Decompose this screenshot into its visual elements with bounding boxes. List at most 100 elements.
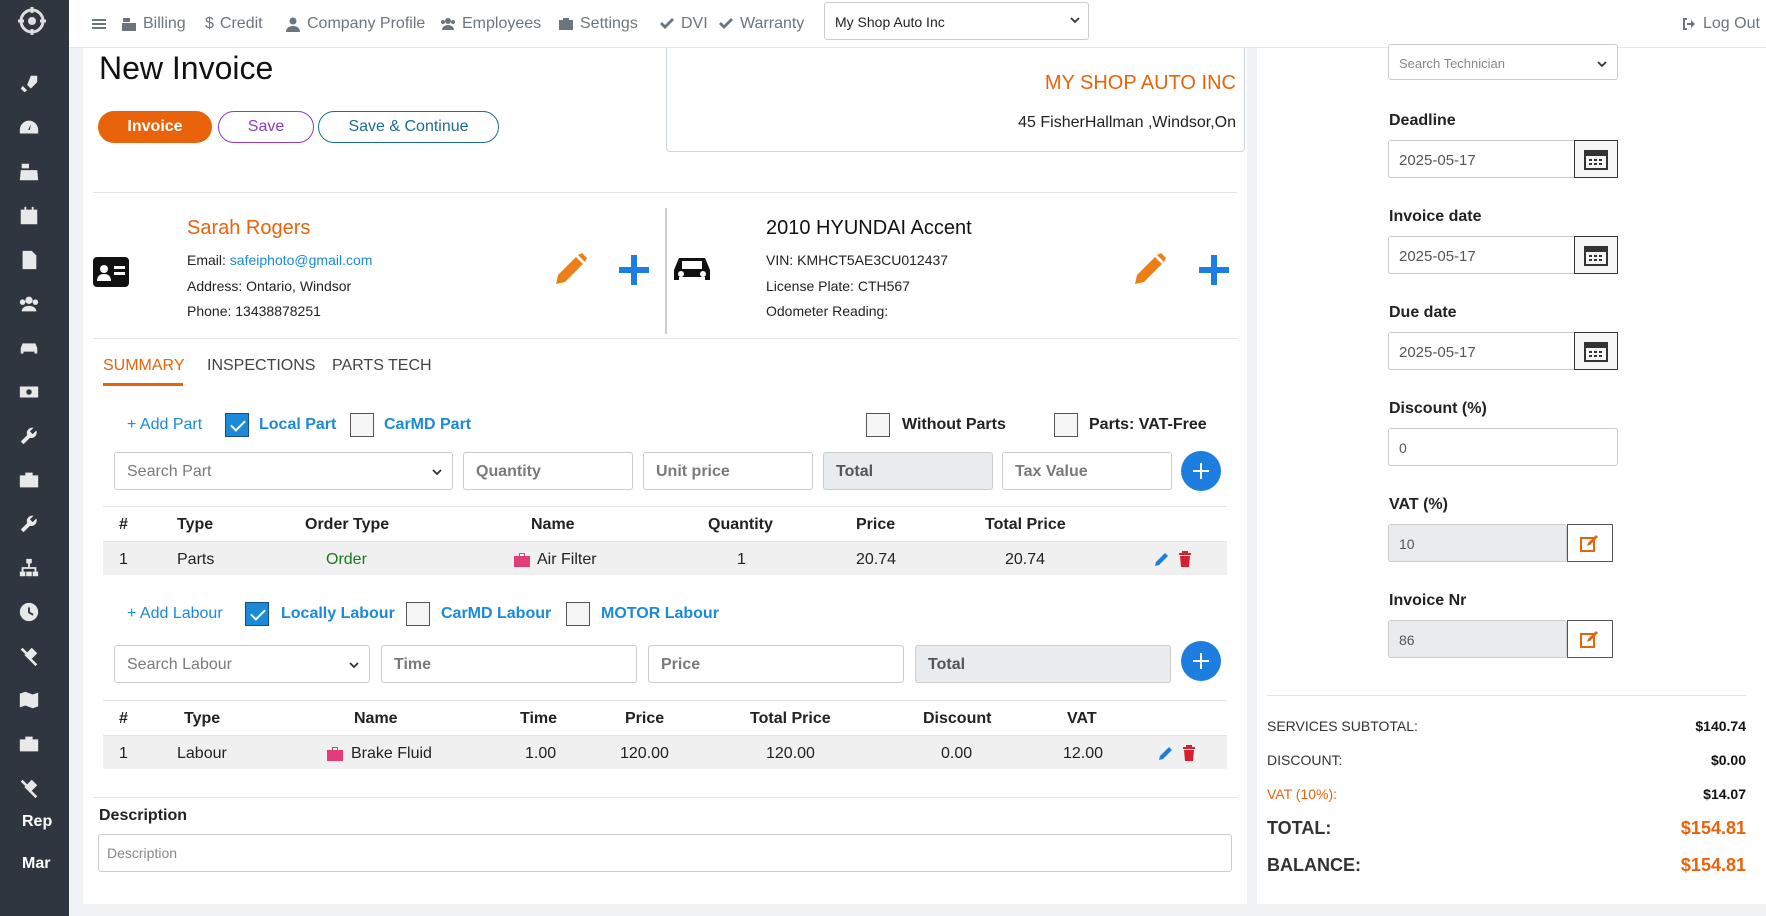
chevron-down-icon — [432, 469, 442, 476]
calendar-check-icon[interactable] — [17, 204, 41, 228]
plus-icon — [1193, 463, 1209, 479]
tab-parts-tech[interactable]: PARTS TECH — [332, 357, 432, 375]
labour-row-name: Brake Fluid — [351, 745, 432, 762]
part-row-total: 20.74 — [1005, 551, 1046, 568]
quantity-input[interactable]: Quantity — [463, 452, 633, 490]
without-parts-checkbox[interactable] — [866, 413, 890, 437]
labour-row-total: 120.00 — [766, 745, 815, 762]
balance-label: BALANCE: — [1267, 855, 1361, 875]
vehicle-title: 2010 HYUNDAI Accent — [766, 217, 972, 239]
money-icon[interactable] — [17, 380, 41, 404]
time-input[interactable]: Time — [381, 645, 637, 683]
due-date-calendar-button[interactable] — [1574, 332, 1618, 370]
add-labour-link[interactable]: + Add Labour — [127, 605, 223, 623]
part-row-order-type: Order — [326, 551, 367, 568]
edit-pencil-icon[interactable] — [1154, 551, 1170, 567]
labour-col-discount: Discount — [923, 710, 992, 727]
grand-total-label: TOTAL: — [1267, 818, 1332, 838]
add-labour-button[interactable] — [1181, 641, 1221, 681]
search-part-select[interactable]: Search Part — [114, 452, 453, 490]
car-icon[interactable] — [17, 336, 41, 360]
table-divider — [103, 700, 1227, 701]
nav-billing[interactable]: Billing — [121, 12, 186, 36]
motor-labour-checkbox[interactable] — [566, 602, 590, 626]
edit-icon — [1580, 631, 1598, 648]
tab-inspections[interactable]: INSPECTIONS — [207, 357, 315, 375]
map-icon[interactable] — [17, 688, 41, 712]
invoice-date-label: Invoice date — [1389, 208, 1482, 225]
tool-icon[interactable] — [17, 512, 41, 536]
add-part-link[interactable]: + Add Part — [127, 416, 202, 434]
deadline-label: Deadline — [1389, 112, 1456, 129]
due-date-input[interactable]: 2025-05-17 — [1388, 332, 1576, 370]
add-customer-plus-icon[interactable] — [616, 252, 652, 288]
tools-icon[interactable] — [17, 644, 41, 668]
shop-address: 45 FisherHallman ,Windsor,On — [1018, 114, 1236, 131]
add-part-button[interactable] — [1181, 451, 1221, 491]
parts-col-num: # — [119, 516, 128, 533]
invoice-icon[interactable] — [17, 248, 41, 272]
customer-name[interactable]: Sarah Rogers — [187, 217, 310, 240]
nav-credit[interactable]: $ Credit — [205, 12, 263, 36]
technician-select[interactable]: Search Technician — [1388, 44, 1618, 80]
shop-select[interactable]: My Shop Auto Inc — [824, 2, 1089, 40]
deadline-input[interactable]: 2025-05-17 — [1388, 140, 1576, 178]
invoice-date-input[interactable]: 2025-05-17 — [1388, 236, 1576, 274]
tools-icon-2[interactable] — [17, 776, 41, 800]
vat-label: VAT (%) — [1389, 496, 1448, 513]
hamburger-icon[interactable] — [91, 12, 113, 36]
trash-icon[interactable] — [1182, 745, 1196, 761]
wrench-icon[interactable] — [17, 424, 41, 448]
deadline-calendar-button[interactable] — [1574, 140, 1618, 178]
discount-input[interactable]: 0 — [1388, 428, 1618, 466]
cash-register-icon[interactable] — [17, 160, 41, 184]
nav-company-profile[interactable]: Company Profile — [285, 12, 425, 36]
labour-col-name: Name — [354, 710, 398, 727]
local-part-checkbox[interactable] — [225, 413, 249, 437]
labour-price-input[interactable]: Price — [648, 645, 904, 683]
sitemap-icon[interactable] — [17, 556, 41, 580]
edit-vehicle-pencil-icon[interactable] — [1131, 252, 1167, 288]
app-logo[interactable] — [12, 3, 52, 39]
tax-value-input[interactable]: Tax Value — [1002, 452, 1172, 490]
toolbox-icon[interactable] — [17, 732, 41, 756]
edit-pencil-icon[interactable] — [1158, 745, 1174, 761]
users-icon[interactable] — [17, 292, 41, 316]
tab-summary[interactable]: SUMMARY — [103, 357, 185, 375]
table-row[interactable] — [103, 542, 1227, 575]
edit-vat-button[interactable] — [1567, 524, 1613, 562]
nav-dvi[interactable]: DVI — [659, 12, 708, 36]
edit-invoice-nr-button[interactable] — [1567, 620, 1613, 658]
rocket-icon[interactable] — [17, 72, 41, 96]
locally-labour-checkbox[interactable] — [245, 602, 269, 626]
part-total-input: Total — [823, 452, 993, 490]
dashboard-icon[interactable] — [17, 116, 41, 140]
users-icon — [441, 18, 455, 30]
labour-total-input: Total — [915, 645, 1171, 683]
carmd-part-checkbox[interactable] — [350, 413, 374, 437]
add-vehicle-plus-icon[interactable] — [1196, 252, 1232, 288]
edit-customer-pencil-icon[interactable] — [552, 252, 588, 288]
nav-logout[interactable]: Log Out — [1681, 12, 1760, 36]
carmd-labour-checkbox[interactable] — [406, 602, 430, 626]
trash-icon[interactable] — [1178, 551, 1192, 567]
search-labour-select[interactable]: Search Labour — [114, 645, 370, 683]
briefcase-icon[interactable] — [17, 468, 41, 492]
part-row-quantity: 1 — [737, 551, 746, 568]
nav-warranty[interactable]: Warranty — [718, 12, 804, 36]
save-button[interactable]: Save — [218, 111, 314, 143]
unit-price-input[interactable]: Unit price — [643, 452, 813, 490]
parts-vat-free-checkbox[interactable] — [1054, 413, 1078, 437]
description-textarea[interactable]: Description — [98, 834, 1232, 872]
sidebar-item-rep[interactable]: Rep — [22, 813, 52, 831]
nav-settings[interactable]: Settings — [558, 12, 638, 36]
chevron-down-icon — [1597, 61, 1607, 68]
clock-icon[interactable] — [17, 600, 41, 624]
invoice-date-calendar-button[interactable] — [1574, 236, 1618, 274]
invoice-button[interactable]: Invoice — [98, 111, 212, 143]
sidebar-item-mar[interactable]: Mar — [22, 855, 50, 873]
customer-email-link[interactable]: safeiphoto@gmail.com — [230, 252, 373, 268]
save-continue-button[interactable]: Save & Continue — [318, 111, 499, 143]
nav-employees[interactable]: Employees — [440, 12, 541, 36]
parts-col-total-price: Total Price — [985, 516, 1066, 533]
